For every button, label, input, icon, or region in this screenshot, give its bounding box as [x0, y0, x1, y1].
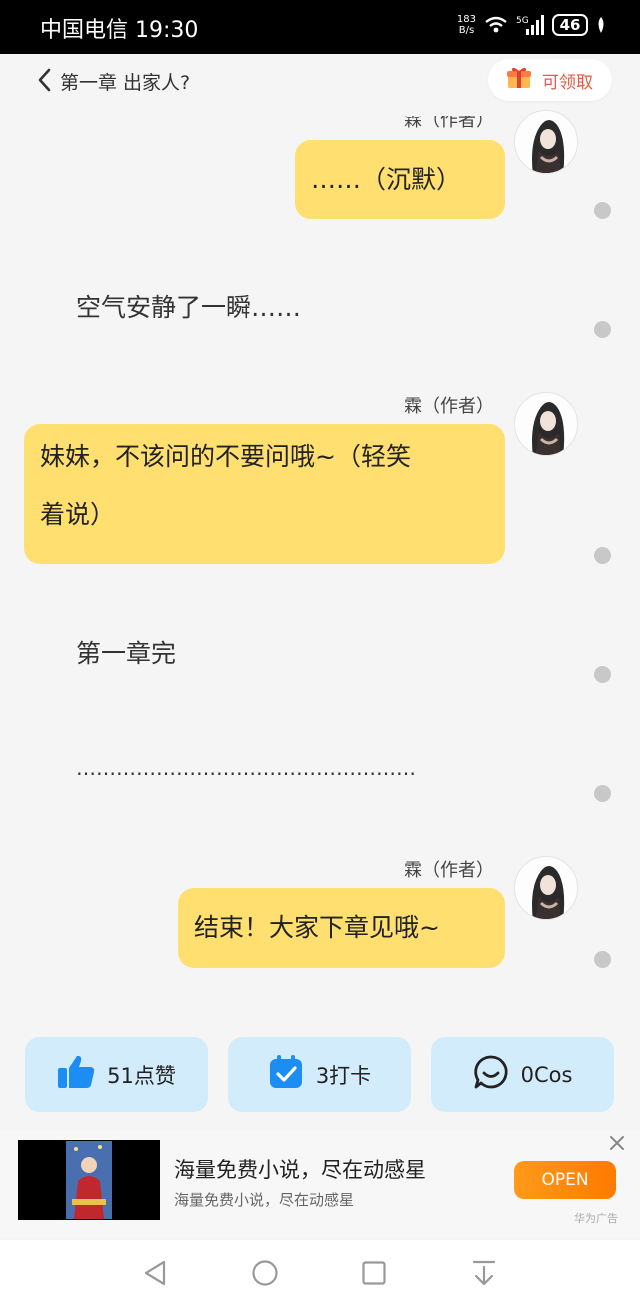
like-button[interactable]: 51点赞	[25, 1037, 208, 1112]
ad-subtitle: 海量免费小说，尽在动感星	[174, 1191, 355, 1209]
signal-icon: 5G	[516, 14, 544, 36]
message-bubble: 妹妹，不该问的不要问哦~（轻笑 着说）	[24, 424, 505, 564]
reader-header: 第一章 出家人? 可领取	[0, 54, 640, 106]
author-name: 霖（作者）	[404, 396, 494, 417]
checkin-count: 3打卡	[315, 1063, 372, 1088]
clock: 19:30	[135, 18, 199, 43]
comment-dot[interactable]	[594, 785, 611, 802]
message-bubble: ……（沉默）	[295, 140, 505, 219]
reward-label: 可领取	[542, 72, 593, 93]
leaf-icon	[596, 16, 606, 34]
ad-open-button[interactable]: OPEN	[514, 1161, 616, 1199]
ad-banner[interactable]: 海量免费小说，尽在动感星 海量免费小说，尽在动感星 OPEN 华为广告	[0, 1130, 640, 1238]
narration-ellipsis: ……………………………………………	[76, 756, 416, 780]
comment-dot[interactable]	[594, 321, 611, 338]
comment-dot[interactable]	[594, 951, 611, 968]
narration-text: 空气安静了一瞬……	[76, 293, 302, 322]
comment-dot[interactable]	[594, 666, 611, 683]
chapter-title: 第一章 出家人?	[60, 72, 191, 94]
cos-button[interactable]: 0Cos	[431, 1037, 614, 1112]
ad-thumbnail[interactable]	[18, 1140, 160, 1220]
recent-square-icon[interactable]	[359, 1258, 389, 1288]
author-name: 霖（作者）	[404, 860, 494, 881]
cos-count: 0Cos	[520, 1062, 573, 1087]
avatar[interactable]	[514, 856, 578, 920]
like-count: 51点赞	[107, 1063, 176, 1088]
download-icon[interactable]	[469, 1258, 499, 1288]
back-arrow-icon[interactable]	[32, 66, 56, 94]
net-speed: 183 B/s	[457, 14, 476, 36]
checkin-button[interactable]: 3打卡	[228, 1037, 411, 1112]
gift-box-icon	[506, 66, 532, 94]
network-type: 5G	[516, 16, 529, 26]
avatar[interactable]	[514, 392, 578, 456]
battery-icon: 46	[552, 14, 588, 36]
system-nav-bar	[0, 1240, 640, 1306]
avatar[interactable]	[514, 110, 578, 174]
ad-title[interactable]: 海量免费小说，尽在动感星	[174, 1154, 426, 1184]
carrier-name: 中国电信	[40, 18, 129, 43]
chat-bubble-icon	[473, 1054, 509, 1095]
chat-area[interactable]: 霖（作者） ……（沉默） 空气安静了一瞬…… 霖（作者） 妹妹，不该问的不要问哦…	[0, 106, 640, 1030]
status-bar: 中国电信 19:30 183 B/s 5G 46	[0, 0, 640, 54]
net-speed-unit: B/s	[458, 25, 475, 36]
comment-dot[interactable]	[594, 547, 611, 564]
wifi-icon	[484, 15, 508, 35]
home-circle-icon[interactable]	[250, 1258, 280, 1288]
comment-dot[interactable]	[594, 202, 611, 219]
back-triangle-icon[interactable]	[140, 1258, 170, 1288]
author-name: 霖（作者）	[404, 110, 494, 131]
thumbs-up-icon	[57, 1054, 95, 1095]
ad-source: 华为广告	[574, 1212, 618, 1225]
close-icon[interactable]	[606, 1132, 628, 1154]
calendar-check-icon	[268, 1054, 304, 1095]
message-line: 妹妹，不该问的不要问哦~（轻笑	[40, 442, 411, 471]
status-right: 183 B/s 5G 46	[457, 14, 606, 36]
narration-text: 第一章完	[76, 639, 177, 668]
net-speed-value: 183	[456, 14, 476, 25]
message-line: 着说）	[40, 500, 116, 529]
message-bubble: 结束！大家下章见哦~	[178, 888, 505, 968]
status-left: 中国电信 19:30	[40, 12, 198, 44]
reward-button[interactable]: 可领取	[488, 59, 612, 101]
